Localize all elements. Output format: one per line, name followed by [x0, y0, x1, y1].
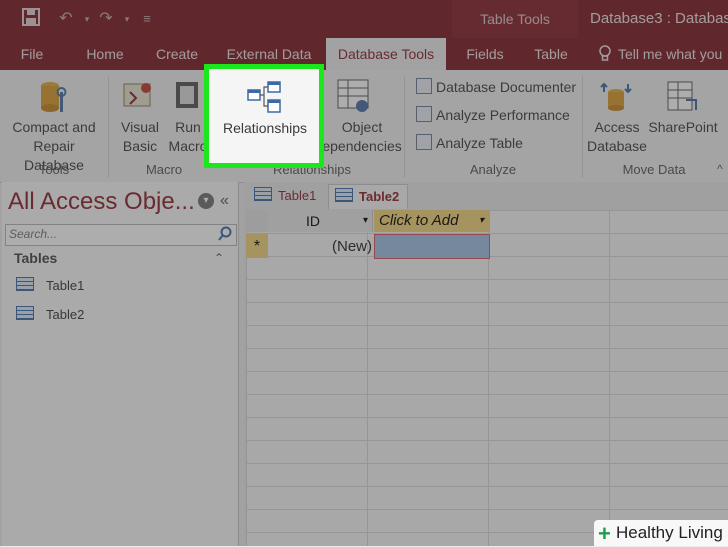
- relationships-button[interactable]: Relationships: [212, 119, 318, 138]
- relationships-icon: [246, 80, 284, 114]
- dim-overlay: [0, 0, 728, 546]
- plus-icon: +: [598, 521, 611, 546]
- watermark-text: Healthy Living: [616, 523, 723, 542]
- watermark: + Healthy Living: [594, 520, 728, 546]
